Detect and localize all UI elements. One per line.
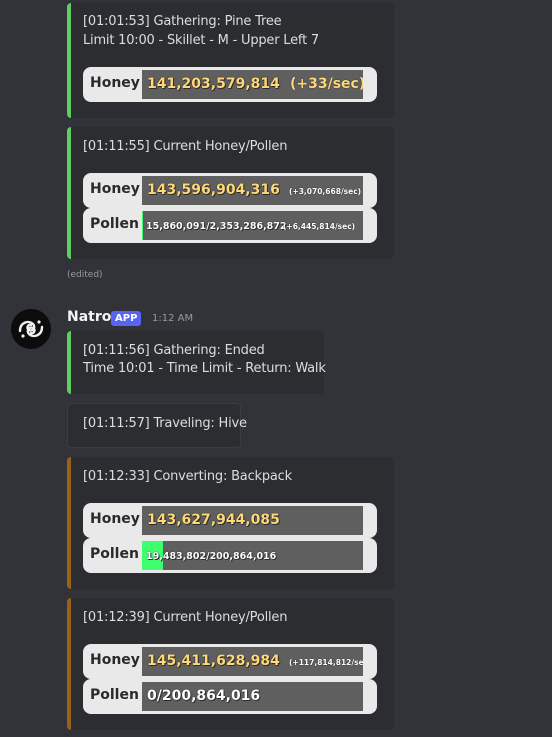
embed-current-honey-pollen: [01:11:55] Current Honey/Pollen Honey 14… — [67, 127, 394, 259]
embed-line: [01:12:33] Converting: Backpack — [83, 469, 292, 484]
embed-line: [01:11:57] Traveling: Hive — [83, 416, 247, 431]
embed-traveling-hive: [01:11:57] Traveling: Hive — [67, 403, 247, 448]
honey-value: 143,627,944,085 — [147, 512, 280, 528]
honey-rate: (+117,814,812/sec) — [289, 658, 363, 667]
pollen-box: 0/200,864,016 — [142, 682, 363, 711]
honey-value: 143,596,904,316 — [147, 182, 280, 198]
pollen-stat: Pollen 19,483,802/200,864,016 — [83, 538, 377, 573]
embed-line: Time 10:01 - Time Limit - Return: Walk — [83, 361, 326, 376]
honey-value: 141,203,579,814 — [147, 76, 280, 92]
honey-label: Honey — [90, 511, 140, 527]
avatar[interactable] — [11, 309, 51, 349]
honey-label: Honey — [90, 652, 140, 668]
pollen-label: Pollen — [90, 546, 139, 562]
author-name[interactable]: Natro — [67, 309, 111, 325]
honey-label: Honey — [90, 181, 140, 197]
honey-stat: Honey 145,411,628,984 (+117,814,812/sec) — [83, 644, 377, 679]
edited-marker: (edited) — [67, 270, 103, 280]
honey-box: 143,596,904,316 (+3,070,668/sec) — [142, 176, 363, 205]
pollen-stat: Pollen 15,860,091/2,353,286,872 (+6,445,… — [83, 208, 377, 243]
pollen-box: 15,860,091/2,353,286,872 (+6,445,814/sec… — [142, 211, 363, 240]
pollen-value: 0/200,864,016 — [147, 688, 261, 704]
honey-value: 145,411,628,984 — [147, 653, 280, 669]
embed-line: Limit 10:00 - Skillet - M - Upper Left 7 — [83, 33, 319, 48]
honey-box: 141,203,579,814 (+33/sec) — [142, 70, 363, 99]
honey-stat: Honey 143,627,944,085 — [83, 503, 377, 538]
honey-stat: Honey 141,203,579,814 (+33/sec) — [83, 67, 377, 102]
embed-line: [01:11:55] Current Honey/Pollen — [83, 139, 288, 154]
app-badge: APP — [111, 311, 142, 326]
embed-line: [01:12:39] Current Honey/Pollen — [83, 610, 288, 625]
embed-current-honey-pollen: [01:12:39] Current Honey/Pollen Honey 14… — [67, 598, 394, 730]
natro-logo-icon — [11, 309, 51, 349]
embed-gathering-ended: [01:11:56] Gathering: Ended Time 10:01 -… — [67, 331, 326, 394]
embed-line: [01:11:56] Gathering: Ended — [83, 343, 265, 358]
pollen-label: Pollen — [90, 687, 139, 703]
honey-rate: (+3,070,668/sec) — [289, 187, 362, 196]
honey-stat: Honey 143,596,904,316 (+3,070,668/sec) — [83, 173, 377, 208]
pollen-rate: (+6,445,814/sec) — [283, 222, 356, 231]
honey-box: 145,411,628,984 (+117,814,812/sec) — [142, 647, 363, 676]
pollen-box: 19,483,802/200,864,016 — [142, 541, 363, 570]
honey-label: Honey — [90, 75, 140, 91]
pollen-value: 15,860,091/2,353,286,872 — [146, 221, 287, 232]
pollen-stat: Pollen 0/200,864,016 — [83, 679, 377, 714]
honey-box: 143,627,944,085 — [142, 506, 363, 535]
pollen-label: Pollen — [90, 216, 139, 232]
embed-converting-backpack: [01:12:33] Converting: Backpack Honey 14… — [67, 457, 394, 589]
embed-line: [01:01:53] Gathering: Pine Tree — [83, 14, 282, 29]
message-timestamp[interactable]: 1:12 AM — [152, 313, 193, 324]
pollen-value: 19,483,802/200,864,016 — [146, 551, 277, 562]
embed-gathering-pine-tree: [01:01:53] Gathering: Pine Tree Limit 10… — [67, 3, 394, 118]
pollen-fill — [142, 211, 144, 240]
honey-rate: (+33/sec) — [290, 76, 363, 92]
